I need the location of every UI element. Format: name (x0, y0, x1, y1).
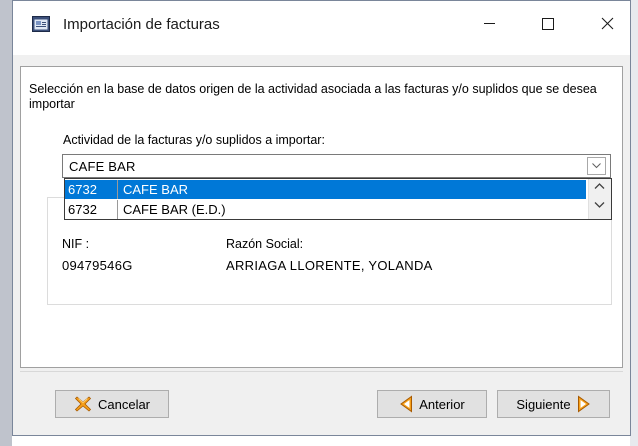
option-name: CAFE BAR (123, 182, 189, 197)
option-code: 6732 (68, 202, 97, 217)
next-button[interactable]: Siguiente (497, 390, 610, 418)
minimize-button[interactable] (466, 1, 512, 46)
cancel-button[interactable]: Cancelar (55, 390, 169, 418)
desktop-background-right (630, 0, 638, 446)
app-window-icon (32, 15, 50, 33)
option-code: 6732 (68, 182, 97, 197)
previous-button[interactable]: Anterior (377, 390, 487, 418)
activity-dropdown-list[interactable]: 6732 CAFE BAR 6732 CAFE BAR (E.D.) (64, 178, 612, 220)
next-button-label: Siguiente (516, 396, 571, 412)
cancel-button-label: Cancelar (97, 396, 151, 412)
activity-option-cafe-bar[interactable]: 6732 CAFE BAR (65, 180, 586, 199)
scroll-up-icon[interactable] (594, 182, 605, 190)
combobox-dropdown-button[interactable] (587, 157, 606, 175)
column-divider (117, 200, 118, 219)
desktop-background-left (0, 0, 12, 446)
close-button[interactable] (584, 1, 630, 46)
option-name: CAFE BAR (E.D.) (123, 202, 226, 217)
razon-social-label: Razón Social: (226, 237, 304, 251)
maximize-button[interactable] (525, 1, 571, 46)
close-icon (601, 17, 613, 30)
dropdown-scrollbar[interactable] (588, 179, 611, 219)
description-text: Selección en la base de datos origen de … (29, 82, 597, 111)
cancel-x-icon (74, 396, 92, 412)
arrow-left-icon (400, 395, 413, 413)
maximize-icon (542, 17, 554, 30)
activity-option-cafe-bar-ed[interactable]: 6732 CAFE BAR (E.D.) (65, 200, 586, 219)
footer-divider (20, 371, 623, 372)
razon-social-value: ARRIAGA LLORENTE, YOLANDA (226, 258, 433, 273)
activity-combobox[interactable]: CAFE BAR (62, 154, 611, 178)
column-divider (117, 180, 118, 199)
arrow-right-icon (577, 395, 590, 413)
scroll-down-icon[interactable] (594, 201, 605, 209)
nif-value: 09479546G (62, 258, 133, 273)
activity-label: Actividad de la facturas y/o suplidos a … (63, 133, 325, 147)
chevron-down-icon (592, 163, 601, 169)
window-title: Importación de facturas (63, 16, 220, 33)
nif-label: NIF : (62, 237, 90, 251)
activity-selected-value: CAFE BAR (69, 159, 136, 174)
minimize-icon (483, 23, 495, 24)
previous-button-label: Anterior (419, 396, 465, 412)
